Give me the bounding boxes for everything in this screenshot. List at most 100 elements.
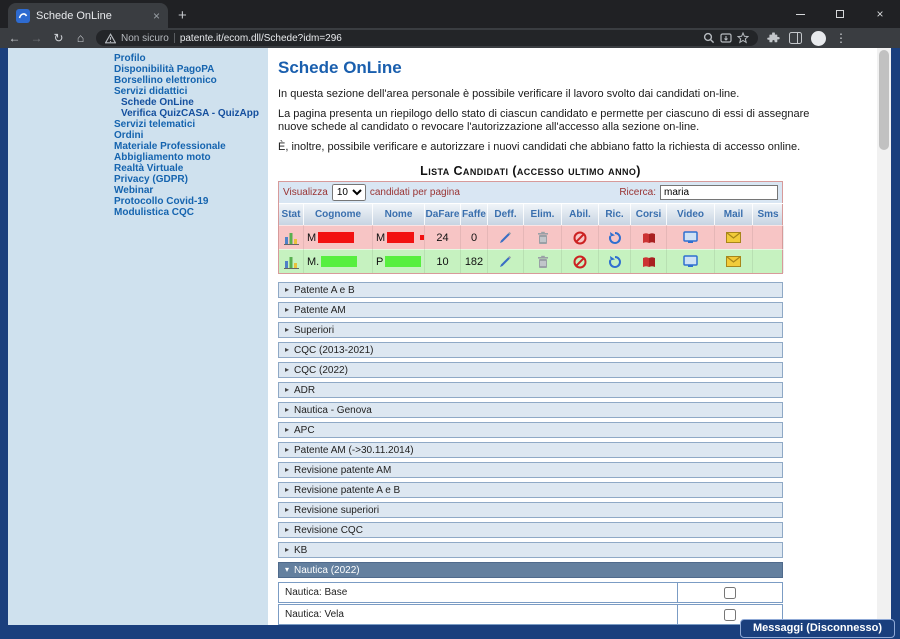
sidebar-item-protocollo-covid[interactable]: Protocollo Covid-19 — [8, 196, 268, 207]
ric-cell[interactable] — [599, 249, 631, 273]
window-minimize-button[interactable] — [780, 0, 820, 28]
maximize-icon — [836, 10, 844, 18]
sidebar-item-servizi-telematici[interactable]: Servizi telematici — [8, 119, 268, 130]
col-header-ric[interactable]: Ric. — [599, 203, 631, 225]
abil-cell[interactable] — [562, 225, 599, 249]
accordion-label: Nautica (2022) — [294, 565, 360, 576]
home-button[interactable]: ⌂ — [74, 28, 87, 48]
col-header-elim[interactable]: Elim. — [524, 203, 562, 225]
col-header-dafare[interactable]: DaFare — [425, 203, 461, 225]
nautica-base-checkbox[interactable] — [724, 587, 736, 599]
accordion-item-nautica-genova[interactable]: ▸Nautica - Genova — [278, 402, 783, 418]
col-header-mail[interactable]: Mail — [715, 203, 753, 225]
accordion-item-nautica-2022[interactable]: ▾Nautica (2022) — [278, 562, 783, 578]
accordion-item-superiori[interactable]: ▸Superiori — [278, 322, 783, 338]
accordion-item-patente-am-2014[interactable]: ▸Patente AM (->30.11.2014) — [278, 442, 783, 458]
chevron-right-icon: ▸ — [285, 526, 289, 534]
sidebar-item-materiale-professionale[interactable]: Materiale Professionale — [8, 141, 268, 152]
elim-cell[interactable] — [524, 249, 562, 273]
intro-paragraph-1: In questa sezione dell'area personale è … — [278, 88, 840, 101]
browser-titlebar: Schede OnLine × + × — [0, 0, 900, 28]
address-bar[interactable]: Non sicuro patente.it/ecom.dll/Schede?id… — [96, 30, 758, 46]
search-input[interactable] — [660, 185, 778, 200]
window-maximize-button[interactable] — [820, 0, 860, 28]
corsi-cell[interactable] — [631, 225, 667, 249]
video-cell[interactable] — [667, 225, 715, 249]
accordion-item-apc[interactable]: ▸APC — [278, 422, 783, 438]
sidebar-item-privacy-gdpr[interactable]: Privacy (GDPR) — [8, 174, 268, 185]
col-header-faffe[interactable]: Faffe — [461, 203, 488, 225]
accordion-label: Patente AM — [294, 305, 346, 316]
menu-dots-icon[interactable]: ⋮ — [835, 28, 847, 48]
accordion-item-revisione-superiori[interactable]: ▸Revisione superiori — [278, 502, 783, 518]
accordion-item-patente-a-e-b[interactable]: ▸Patente A e B — [278, 282, 783, 298]
nome-text: P — [376, 256, 383, 268]
stats-cell[interactable] — [279, 249, 304, 273]
col-header-corsi[interactable]: Corsi — [631, 203, 667, 225]
accordion-label: Revisione patente AM — [294, 465, 391, 476]
accordion-item-cqc-2022[interactable]: ▸CQC (2022) — [278, 362, 783, 378]
deff-cell[interactable] — [488, 225, 524, 249]
back-button[interactable]: ← — [8, 28, 21, 48]
col-header-cognome[interactable]: Cognome — [304, 203, 373, 225]
abil-cell[interactable] — [562, 249, 599, 273]
accordion-item-patente-am[interactable]: ▸Patente AM — [278, 302, 783, 318]
elim-cell[interactable] — [524, 225, 562, 249]
sidebar-item-verifica-quizcasa[interactable]: Verifica QuizCASA - QuizApp — [8, 108, 268, 119]
stats-cell[interactable] — [279, 225, 304, 249]
chevron-right-icon: ▸ — [285, 446, 289, 454]
col-header-abil[interactable]: Abil. — [562, 203, 599, 225]
accordion-item-revisione-cqc[interactable]: ▸ Revisione CQC — [278, 522, 783, 538]
sidebar-item-servizi-didattici[interactable]: Servizi didattici — [8, 86, 268, 97]
accordion-item-kb[interactable]: ▸KB — [278, 542, 783, 558]
sidebar-item-webinar[interactable]: Webinar — [8, 185, 268, 196]
refresh-icon — [608, 255, 622, 269]
deff-cell[interactable] — [488, 249, 524, 273]
window-close-button[interactable]: × — [860, 0, 900, 28]
sidebar-item-ordini[interactable]: Ordini — [8, 130, 268, 141]
accordion-label: Revisione CQC — [294, 525, 363, 536]
forward-button[interactable]: → — [30, 28, 43, 48]
col-header-video[interactable]: Video — [667, 203, 715, 225]
accordion-item-revisione-patente-a-e-b[interactable]: ▸Revisione patente A e B — [278, 482, 783, 498]
video-cell[interactable] — [667, 249, 715, 273]
accordion-item-adr[interactable]: ▸ADR — [278, 382, 783, 398]
col-header-stat[interactable]: Stat — [279, 203, 304, 225]
sidebar-item-modulistica-cqc[interactable]: Modulistica CQC — [8, 207, 268, 218]
reload-button[interactable]: ↻ — [52, 28, 65, 48]
browser-tab[interactable]: Schede OnLine × — [8, 3, 168, 28]
bookmark-star-icon[interactable] — [737, 32, 749, 44]
corsi-cell[interactable] — [631, 249, 667, 273]
col-header-deff[interactable]: Deff. — [488, 203, 524, 225]
chevron-right-icon: ▸ — [285, 506, 289, 514]
candidates-table: Visualizza 10 candidati per pagina Ricer… — [278, 181, 783, 274]
scrollbar-thumb[interactable] — [879, 50, 889, 150]
nautica-vela-checkbox[interactable] — [724, 609, 736, 621]
install-icon[interactable] — [720, 32, 732, 44]
sidebar-item-schede-online[interactable]: Schede OnLine — [8, 97, 268, 108]
sidebar-item-disponibilita-pagopa[interactable]: Disponibilità PagoPA — [8, 64, 268, 75]
accordion-label: Revisione patente A e B — [294, 485, 400, 496]
sidebar-item-realta-virtuale[interactable]: Realtà Virtuale — [8, 163, 268, 174]
accordion-item-cqc-2013-2021[interactable]: ▸CQC (2013-2021) — [278, 342, 783, 358]
page-scrollbar[interactable] — [877, 48, 891, 625]
sidebar-item-abbigliamento-moto[interactable]: Abbigliamento moto — [8, 152, 268, 163]
new-tab-button[interactable]: + — [178, 7, 187, 24]
mail-cell[interactable] — [715, 249, 753, 273]
per-page-select[interactable]: 10 — [332, 184, 366, 201]
sidebar-item-borsellino-elettronico[interactable]: Borsellino elettronico — [8, 75, 268, 86]
profile-avatar[interactable] — [811, 31, 826, 46]
accordion-label: Superiori — [294, 325, 334, 336]
extensions-puzzle-icon[interactable] — [767, 32, 780, 45]
mail-cell[interactable] — [715, 225, 753, 249]
messaggi-button[interactable]: Messaggi (Disconnesso) — [740, 619, 895, 638]
ric-cell[interactable] — [599, 225, 631, 249]
sidebar-item-profilo[interactable]: Profilo — [8, 53, 268, 64]
col-header-sms[interactable]: Sms — [753, 203, 784, 225]
side-panel-icon[interactable] — [789, 32, 802, 44]
tab-close-icon[interactable]: × — [153, 9, 160, 23]
col-header-nome[interactable]: Nome — [373, 203, 425, 225]
dafare-cell: 24 — [425, 225, 461, 249]
accordion-item-revisione-patente-am[interactable]: ▸Revisione patente AM — [278, 462, 783, 478]
zoom-icon[interactable] — [703, 32, 715, 44]
